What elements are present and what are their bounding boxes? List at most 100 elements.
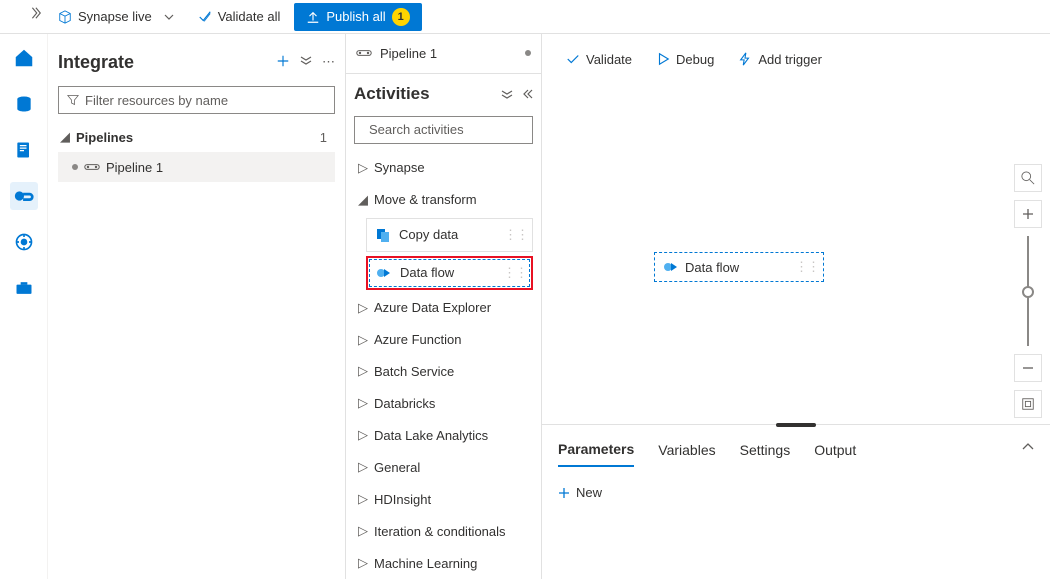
nav-monitor[interactable]: [10, 228, 38, 256]
tab-parameters[interactable]: Parameters: [558, 441, 634, 467]
canvas-data-flow-activity[interactable]: Data flow ⋮⋮: [654, 252, 824, 282]
group-batch-service[interactable]: ▷ Batch Service: [354, 356, 533, 388]
group-synapse[interactable]: ▷Synapse: [354, 152, 533, 184]
group-label: General: [374, 460, 420, 475]
validate-label: Validate: [586, 52, 632, 67]
filter-icon: [67, 94, 79, 106]
search-activities-input[interactable]: [354, 116, 533, 144]
collapse-panel-button[interactable]: [1022, 441, 1034, 453]
zoom-slider-thumb[interactable]: [1022, 286, 1034, 298]
pipeline-canvas[interactable]: Data flow ⋮⋮: [542, 84, 1050, 424]
validate-all-label: Validate all: [218, 9, 281, 24]
workspace-dropdown[interactable]: Synapse live: [48, 0, 184, 33]
tree-pipelines-count: 1: [320, 130, 331, 145]
caret-right-icon: ▷: [358, 523, 368, 539]
add-trigger-label: Add trigger: [758, 52, 822, 67]
tree-item-label: Pipeline 1: [106, 160, 331, 175]
grip-icon: ⋮⋮: [504, 227, 528, 243]
grip-icon: ⋮⋮: [795, 259, 819, 275]
group-label: Move & transform: [374, 192, 477, 207]
caret-right-icon: ▷: [358, 459, 368, 475]
group-hdinsight[interactable]: ▷ HDInsight: [354, 483, 533, 515]
search-activities-field[interactable]: [369, 122, 541, 137]
zoom-slider[interactable]: [1027, 236, 1029, 346]
group-label: Azure Function: [374, 332, 461, 347]
tree-pipelines[interactable]: ◢ Pipelines 1: [58, 122, 335, 152]
debug-button[interactable]: Debug: [656, 52, 714, 67]
nav-develop[interactable]: [10, 136, 38, 164]
check-icon: [566, 52, 580, 66]
canvas-item-label: Data flow: [685, 260, 739, 275]
nav-data[interactable]: [10, 90, 38, 118]
caret-right-icon: ▷: [358, 160, 368, 176]
activity-label: Copy data: [399, 227, 458, 242]
play-icon: [656, 52, 670, 66]
group-azure-data-explorer[interactable]: ▷ Azure Data Explorer: [354, 292, 533, 324]
activity-copy-data[interactable]: Copy data ⋮⋮: [366, 218, 533, 252]
publish-all-button[interactable]: Publish all 1: [294, 3, 421, 31]
new-parameter-button[interactable]: New: [558, 485, 1034, 500]
activities-title: Activities: [354, 84, 430, 104]
nav-manage[interactable]: [10, 274, 38, 302]
integrate-title: Integrate: [58, 52, 134, 73]
caret-right-icon: ▷: [358, 491, 368, 507]
tab-variables[interactable]: Variables: [658, 441, 715, 467]
unsaved-dot-icon: [72, 164, 78, 170]
expand-sidebar-icon[interactable]: [28, 6, 42, 20]
collapse-activities-icon[interactable]: [501, 88, 513, 100]
activity-data-flow[interactable]: Data flow ⋮⋮: [366, 256, 533, 290]
group-azure-function[interactable]: ▷Azure Function: [354, 324, 533, 356]
caret-down-icon: ◢: [60, 129, 70, 145]
zoom-out-button[interactable]: [1014, 354, 1042, 382]
caret-right-icon: ▷: [358, 300, 368, 316]
collapse-all-icon[interactable]: [300, 54, 312, 70]
publish-count-badge: 1: [392, 8, 410, 26]
tree-pipelines-label: Pipelines: [76, 130, 314, 145]
group-data-lake-analytics[interactable]: ▷ Data Lake Analytics: [354, 419, 533, 451]
tab-unsaved-dot: [525, 50, 531, 56]
plus-icon: [558, 487, 570, 499]
group-label: Data Lake Analytics: [374, 428, 488, 443]
tab-output[interactable]: Output: [814, 441, 856, 467]
group-label: Iteration & conditionals: [374, 524, 506, 539]
group-label: Azure Data Explorer: [374, 300, 491, 315]
tab-settings[interactable]: Settings: [740, 441, 791, 467]
upload-icon: [306, 10, 320, 24]
caret-right-icon: ▷: [358, 363, 368, 379]
add-trigger-button[interactable]: Add trigger: [738, 52, 822, 67]
validate-button[interactable]: Validate: [566, 52, 632, 67]
debug-label: Debug: [676, 52, 714, 67]
grip-icon: ⋮⋮: [503, 265, 527, 281]
validate-all-button[interactable]: Validate all: [188, 0, 291, 33]
publish-all-label: Publish all: [326, 9, 385, 24]
canvas-search-button[interactable]: [1014, 164, 1042, 192]
fit-screen-button[interactable]: [1014, 390, 1042, 418]
tree-item-pipeline1[interactable]: Pipeline 1: [58, 152, 335, 182]
tab-label: Pipeline 1: [380, 46, 437, 61]
filter-resources-input[interactable]: [58, 86, 335, 114]
pipeline-icon: [84, 160, 100, 174]
group-general[interactable]: ▷ General: [354, 451, 533, 483]
filter-input-field[interactable]: [85, 93, 326, 108]
group-label: Machine Learning: [374, 556, 477, 571]
group-iteration-conditionals[interactable]: ▷ Iteration & conditionals: [354, 515, 533, 547]
group-databricks[interactable]: ▷Databricks: [354, 387, 533, 419]
checkmark-icon: [198, 10, 212, 24]
tab-pipeline1[interactable]: Pipeline 1: [380, 34, 437, 73]
zoom-in-button[interactable]: [1014, 200, 1042, 228]
add-resource-button[interactable]: [276, 54, 290, 70]
nav-home[interactable]: [10, 44, 38, 72]
group-move-transform[interactable]: ◢Move & transform: [354, 184, 533, 216]
group-label: Batch Service: [374, 364, 454, 379]
hide-panel-icon[interactable]: [521, 88, 533, 100]
group-label: HDInsight: [374, 492, 431, 507]
bolt-icon: [738, 52, 752, 66]
group-machine-learning[interactable]: ▷ Machine Learning: [354, 547, 533, 579]
nav-integrate[interactable]: [10, 182, 38, 210]
more-icon[interactable]: ⋯: [322, 54, 335, 70]
data-flow-icon: [663, 259, 679, 275]
cube-icon: [58, 10, 72, 24]
caret-right-icon: ▷: [358, 555, 368, 571]
activity-label: Data flow: [400, 265, 454, 280]
caret-right-icon: ▷: [358, 427, 368, 443]
